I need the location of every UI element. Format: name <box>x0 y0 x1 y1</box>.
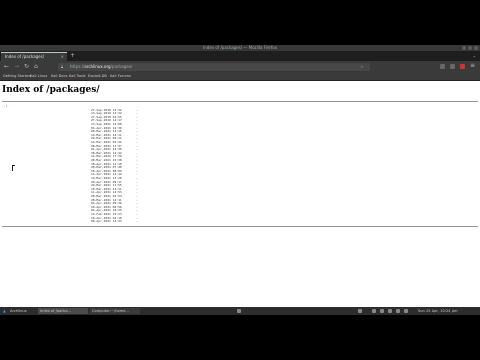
apps-menu-label[interactable]: Archlinux <box>10 307 27 315</box>
power-icon[interactable] <box>404 309 408 313</box>
sidebar-icon[interactable] <box>450 64 455 69</box>
page-content: Index of /packages/ ../27-Sep-2019 13:32… <box>0 81 480 307</box>
library-icon[interactable] <box>440 64 445 69</box>
home-icon[interactable]: ⌂ <box>34 63 38 71</box>
bookmark-kali-forums[interactable]: Kali Forums <box>110 73 131 80</box>
page-title: Index of /packages/ <box>2 85 100 95</box>
task-terminal[interactable]: Computer:~/home... <box>90 308 140 314</box>
close-tab-icon[interactable]: ✕ <box>61 53 64 61</box>
workspace-icon[interactable] <box>237 309 241 313</box>
extension-icon[interactable] <box>460 64 465 69</box>
bookmark-kali-linux[interactable]: Kali Linux <box>30 73 47 80</box>
table-row: 08-Apr-2021 13:23 - <box>2 220 202 224</box>
tab-label: Index of /packages/ <box>5 54 45 59</box>
bookmark-getting-started[interactable]: Getting Started <box>3 73 31 80</box>
taskbar: ▲ Archlinux Index of /packa... Computer:… <box>0 307 480 315</box>
tab-list-icon[interactable]: ⌄ <box>473 52 476 60</box>
menu-icon[interactable]: ≡ <box>470 62 475 70</box>
bookmarks-toolbar: Getting Started Kali Linux Kali Docs Kal… <box>0 73 480 81</box>
task-firefox[interactable]: Index of /packa... <box>38 308 88 314</box>
battery-icon[interactable] <box>388 309 392 313</box>
forward-icon[interactable]: → <box>14 63 19 71</box>
task-firefox-label: Index of /packa... <box>40 309 71 313</box>
navigation-toolbar: ← → ↻ ⌂ 🔒︎ https://archlinux.org/package… <box>0 61 480 73</box>
close-window-icon[interactable] <box>474 46 478 50</box>
volume-icon[interactable] <box>380 309 384 313</box>
url-text: https://archlinux.org/packages/ <box>70 64 133 69</box>
tab-bar: Index of /packages/ ✕ + ⌄ <box>0 51 480 61</box>
file-size: - <box>136 219 138 224</box>
bookmark-star-icon[interactable]: ☆ <box>360 63 364 71</box>
lock-icon: 🔒︎ <box>61 64 64 69</box>
tray-app-icon[interactable] <box>358 309 362 313</box>
back-icon[interactable]: ← <box>4 63 9 71</box>
bookmark-kali-tools[interactable]: Kali Tools <box>69 73 86 80</box>
bottom-divider <box>2 225 478 227</box>
notification-icon[interactable] <box>396 309 400 313</box>
clock[interactable]: Sun 25 Apr, 10:24 pm <box>418 307 457 315</box>
task-terminal-label: Computer:~/home... <box>92 309 129 313</box>
maximize-icon[interactable] <box>468 46 472 50</box>
top-divider <box>2 101 478 102</box>
tab-packages-index[interactable]: Index of /packages/ ✕ <box>1 52 67 61</box>
mouse-cursor-icon <box>12 165 15 171</box>
bookmark-exploit-db[interactable]: Exploit-DB <box>88 73 107 80</box>
url-bar[interactable]: 🔒︎ https://archlinux.org/packages/ ☆ <box>58 63 370 71</box>
reload-icon[interactable]: ↻ <box>24 63 29 71</box>
network-icon[interactable] <box>372 309 376 313</box>
bookmark-kali-docs[interactable]: Kali Docs <box>51 73 67 80</box>
modified-date: 08-Apr-2021 13:23 <box>91 219 122 224</box>
apps-menu-icon[interactable]: ▲ <box>3 307 6 315</box>
desktop-screen: Index of /packages/ — Mozilla Firefox In… <box>0 45 480 315</box>
minimize-icon[interactable] <box>462 46 466 50</box>
new-tab-icon[interactable]: + <box>70 52 75 60</box>
